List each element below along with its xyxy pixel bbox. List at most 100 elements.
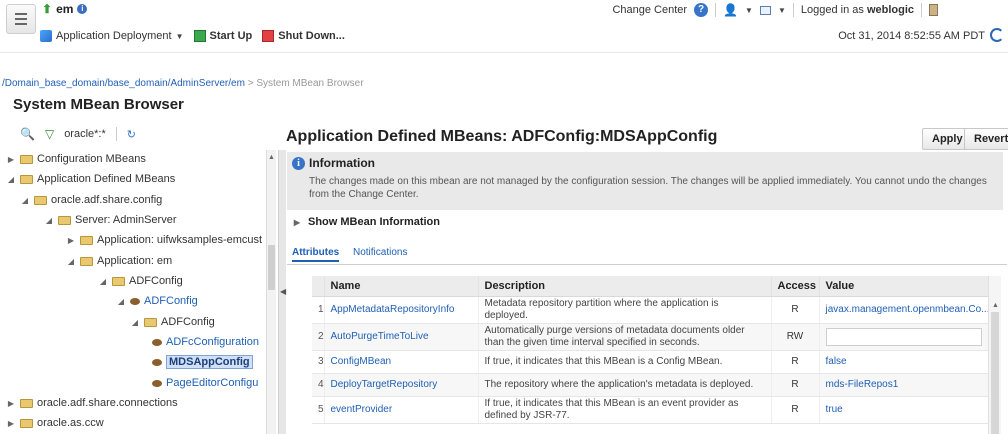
collapse-triangle-icon[interactable]: ◢ <box>66 257 76 266</box>
target-title[interactable]: ⬆ em i <box>42 2 88 16</box>
tree-node-label[interactable]: Application: uifwksamples-emcust <box>97 234 262 246</box>
filter-text[interactable]: oracle*:* <box>64 128 106 140</box>
column-header-value[interactable]: Value <box>819 276 989 297</box>
table-row[interactable]: 2 AutoPurgeTimeToLive Automatically purge … <box>312 323 989 351</box>
scroll-thumb[interactable] <box>991 312 999 434</box>
collapse-triangle-icon[interactable]: ◢ <box>116 297 126 306</box>
tree-node[interactable]: ◢ oracle.adf.share.config <box>20 191 162 209</box>
tree-node[interactable]: ◢ Server: AdminServer <box>44 211 177 229</box>
tree-node-label[interactable]: Application Defined MBeans <box>37 173 175 185</box>
attribute-name-link[interactable]: AutoPurgeTimeToLive <box>324 323 479 351</box>
favorites-icon[interactable] <box>759 5 771 15</box>
tree-node[interactable]: MDSAppConfig <box>152 353 253 371</box>
expand-triangle-icon[interactable]: ▶ <box>6 419 16 428</box>
tree-node-label[interactable]: ADFConfig <box>144 295 198 307</box>
column-header-description[interactable]: Description <box>478 276 772 297</box>
collapse-triangle-icon[interactable]: ◢ <box>20 196 30 205</box>
scroll-thumb[interactable] <box>268 245 275 290</box>
tree-node-label[interactable]: Server: AdminServer <box>75 214 176 226</box>
chevron-down-icon[interactable]: ▼ <box>745 6 753 15</box>
mbean-icon <box>152 338 162 346</box>
attribute-value-link[interactable]: false <box>826 356 847 367</box>
targets-icon[interactable]: 👤 <box>723 3 738 17</box>
table-scrollbar[interactable]: ▲ <box>988 276 1001 434</box>
filter-icon[interactable]: ▽ <box>45 127 54 141</box>
tree-node[interactable]: ▶ Application: uifwksamples-emcust <box>66 231 262 249</box>
collapse-panel-icon[interactable]: ◀ <box>280 287 286 296</box>
attribute-name-link[interactable]: DeployTargetRepository <box>324 373 479 397</box>
attribute-name-link[interactable]: eventProvider <box>324 396 479 424</box>
application-deployment-menu[interactable]: Application Deployment ▼ <box>40 30 184 42</box>
table-row[interactable]: 3 ConfigMBean If true, it indicates that t… <box>312 350 989 374</box>
attribute-value-cell: false <box>819 350 989 374</box>
attribute-name-link[interactable]: ConfigMBean <box>324 350 479 374</box>
tree-node[interactable]: ◢ ADFConfig <box>116 292 198 310</box>
start-up-button[interactable]: Start Up <box>193 30 252 42</box>
tree-node-label[interactable]: ADFConfig <box>161 316 215 328</box>
target-name[interactable]: em <box>56 2 73 16</box>
attribute-value-input[interactable] <box>825 327 982 346</box>
attribute-name-link[interactable]: AppMetadataRepositoryInfo <box>324 296 479 324</box>
change-center-label[interactable]: Change Center <box>612 4 687 16</box>
tree-node-label[interactable]: Configuration MBeans <box>37 153 146 165</box>
scroll-up-icon[interactable]: ▲ <box>992 302 999 309</box>
table-header-row: Name Description Access Value <box>312 276 989 297</box>
tree-node-label[interactable]: ADFConfig <box>129 275 183 287</box>
expand-triangle-icon[interactable]: ▶ <box>292 218 302 227</box>
table-row[interactable]: 1 AppMetadataRepositoryInfo Metadata repos… <box>312 296 989 324</box>
expand-triangle-icon[interactable]: ▶ <box>6 399 16 408</box>
revert-button[interactable]: Revert <box>964 128 1008 150</box>
breadcrumb-link[interactable]: /Domain_base_domain/base_domain/AdminSer… <box>2 78 245 89</box>
collapse-triangle-icon[interactable]: ◢ <box>130 318 140 327</box>
search-icon[interactable]: 🔍 <box>20 127 35 141</box>
tree-node-label[interactable]: ADFcConfiguration <box>166 336 259 348</box>
chevron-down-icon[interactable]: ▼ <box>778 6 786 15</box>
information-title: i Information <box>292 156 375 170</box>
show-mbean-information-toggle[interactable]: ▶ Show MBean Information <box>292 216 440 228</box>
logged-in-label: Logged in as weblogic <box>800 4 914 16</box>
collapse-triangle-icon[interactable]: ◢ <box>98 277 108 286</box>
tree-node[interactable]: ▶ oracle.adf.share.connections <box>6 394 178 412</box>
information-box: i Information The changes made on this m… <box>287 152 1003 210</box>
tree-node[interactable]: ◢ Application Defined MBeans <box>6 170 175 188</box>
attribute-value-link[interactable]: javax.management.openmbean.Co... <box>826 304 988 315</box>
folder-icon <box>20 398 33 408</box>
attribute-value-link[interactable]: true <box>826 404 843 415</box>
tree-node[interactable]: ◢ Application: em <box>66 252 172 270</box>
info-icon[interactable]: i <box>77 4 88 14</box>
tree-node-label[interactable]: MDSAppConfig <box>166 355 253 369</box>
page-icon[interactable] <box>929 4 938 16</box>
scroll-up-icon[interactable]: ▲ <box>268 154 275 161</box>
shut-down-button[interactable]: Shut Down... <box>262 30 345 42</box>
navigator-menu-button[interactable] <box>6 4 36 34</box>
tree-node-label[interactable]: oracle.adf.share.config <box>51 194 162 206</box>
tree-node-label[interactable]: PageEditorConfigu <box>166 377 258 389</box>
tab-notifications[interactable]: Notifications <box>353 247 407 258</box>
collapse-triangle-icon[interactable]: ◢ <box>6 175 16 184</box>
help-icon[interactable]: ? <box>694 3 709 17</box>
tree-node-label[interactable]: oracle.adf.share.connections <box>37 397 178 409</box>
column-header-access[interactable]: Access <box>771 276 820 297</box>
table-row[interactable]: 4 DeployTargetRepository The repository wh… <box>312 373 989 397</box>
attribute-description: If true, it indicates that this MBean is… <box>478 350 772 374</box>
tree-node[interactable]: ◢ ADFConfig <box>98 272 183 290</box>
tab-attributes[interactable]: Attributes <box>292 247 340 262</box>
table-row[interactable]: 5 eventProvider If true, it indicates that… <box>312 396 989 424</box>
tree-node[interactable]: ◢ ADFConfig <box>130 313 215 331</box>
expand-triangle-icon[interactable]: ▶ <box>6 155 16 164</box>
tree-node[interactable]: ADFcConfiguration <box>152 333 259 351</box>
refresh-icon[interactable] <box>990 28 1004 42</box>
refresh-tree-icon[interactable]: ↻ <box>127 128 136 141</box>
column-header-name[interactable]: Name <box>324 276 479 297</box>
tree-node[interactable]: ▶ oracle.as.ccw <box>6 414 104 432</box>
tree-node[interactable]: PageEditorConfigu <box>152 374 258 392</box>
tree-node[interactable]: ▶ Configuration MBeans <box>6 150 146 168</box>
collapse-triangle-icon[interactable]: ◢ <box>44 216 54 225</box>
panel-splitter[interactable]: ◀ <box>278 150 286 434</box>
attribute-value-link[interactable]: mds-FileRepos1 <box>826 379 899 390</box>
tree-scrollbar[interactable]: ▲ <box>266 150 276 434</box>
tree-node-label[interactable]: oracle.as.ccw <box>37 417 104 429</box>
row-number: 1 <box>312 296 325 324</box>
tree-node-label[interactable]: Application: em <box>97 255 172 267</box>
expand-triangle-icon[interactable]: ▶ <box>66 236 76 245</box>
